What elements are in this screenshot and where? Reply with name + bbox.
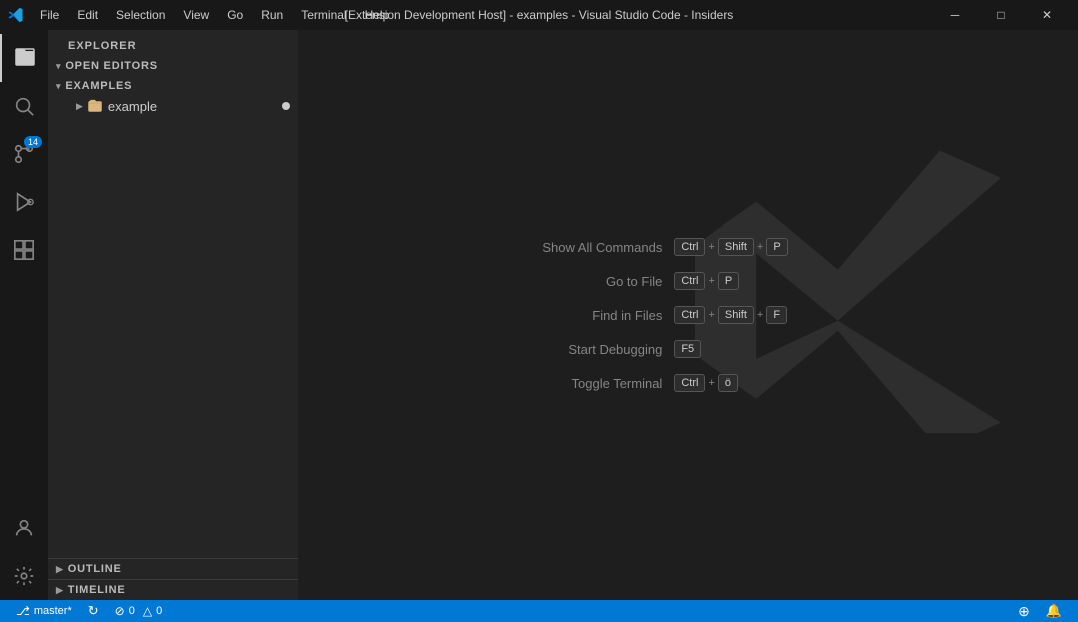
errors-count: 0 <box>129 605 135 617</box>
menu-selection[interactable]: Selection <box>108 6 173 24</box>
find-in-files-keys: Ctrl + Shift + F <box>674 306 787 324</box>
notifications-status-item[interactable]: 🔔 <box>1038 600 1070 622</box>
outline-label: Outline <box>68 563 122 575</box>
minimize-button[interactable]: ─ <box>932 0 978 30</box>
find-in-files-row: Find in Files Ctrl + Shift + F <box>532 306 787 324</box>
window-title: [Extension Development Host] - examples … <box>345 8 734 22</box>
window-controls: ─ □ ✕ <box>932 0 1070 30</box>
main-layout: 14 <box>0 30 1078 600</box>
warnings-icon: △ <box>143 604 152 618</box>
open-editors-chevron: ▾ <box>56 61 61 72</box>
kbd-f: F <box>766 306 787 324</box>
kbd-ctrl-4: Ctrl <box>674 374 705 392</box>
start-debugging-label: Start Debugging <box>532 342 662 357</box>
outline-section-header[interactable]: ▶ Outline <box>48 558 298 579</box>
kbd-backtick: ö <box>718 374 738 392</box>
go-to-file-label: Go to File <box>532 274 662 289</box>
modified-indicator <box>282 102 290 110</box>
menu-edit[interactable]: Edit <box>69 6 106 24</box>
folder-icon <box>87 98 103 114</box>
sync-icon: ↻ <box>88 603 99 619</box>
open-editors-section-header[interactable]: ▾ Open Editors <box>48 56 298 76</box>
start-debugging-row: Start Debugging F5 <box>532 340 701 358</box>
remote-icon: ⊕ <box>1018 603 1030 620</box>
show-all-commands-row: Show All Commands Ctrl + Shift + P <box>532 238 787 256</box>
titlebar: File Edit Selection View Go Run Terminal… <box>0 0 1078 30</box>
kbd-shift-3: Shift <box>718 306 754 324</box>
sidebar-title: Explorer <box>48 30 298 56</box>
close-button[interactable]: ✕ <box>1024 0 1070 30</box>
go-to-file-keys: Ctrl + P <box>674 272 739 290</box>
examples-label: Examples <box>65 80 132 92</box>
search-activity-icon[interactable] <box>0 82 48 130</box>
activity-bar: 14 <box>0 30 48 600</box>
menu-view[interactable]: View <box>175 6 217 24</box>
timeline-section-header[interactable]: ▶ Timeline <box>48 579 298 600</box>
activity-bar-bottom <box>0 504 48 600</box>
show-all-commands-label: Show All Commands <box>532 240 662 255</box>
example-folder-label: example <box>108 99 157 114</box>
examples-section-header[interactable]: ▾ Examples <box>48 76 298 96</box>
open-editors-label: Open Editors <box>65 60 158 72</box>
kbd-ctrl-2: Ctrl <box>674 272 705 290</box>
source-control-activity-icon[interactable]: 14 <box>0 130 48 178</box>
welcome-shortcuts: Show All Commands Ctrl + Shift + P Go to… <box>532 238 847 392</box>
explorer-activity-icon[interactable] <box>0 34 48 82</box>
kbd-f5: F5 <box>674 340 701 358</box>
statusbar-right: ⊕ 🔔 <box>1010 600 1070 622</box>
start-debugging-keys: F5 <box>674 340 701 358</box>
menu-file[interactable]: File <box>32 6 67 24</box>
kbd-shift-1: Shift <box>718 238 754 256</box>
editor-area: Show All Commands Ctrl + Shift + P Go to… <box>302 30 1078 600</box>
branch-label: master* <box>34 605 72 617</box>
show-all-commands-keys: Ctrl + Shift + P <box>674 238 787 256</box>
source-control-badge: 14 <box>24 136 42 148</box>
kbd-ctrl-3: Ctrl <box>674 306 705 324</box>
toggle-terminal-label: Toggle Terminal <box>532 376 662 391</box>
toggle-terminal-row: Toggle Terminal Ctrl + ö <box>532 374 738 392</box>
remote-status-item[interactable]: ⊕ <box>1010 600 1038 622</box>
kbd-p-2: P <box>718 272 739 290</box>
kbd-ctrl-1: Ctrl <box>674 238 705 256</box>
errors-status-item[interactable]: ⊘ 0 △ 0 <box>107 600 171 622</box>
toggle-terminal-keys: Ctrl + ö <box>674 374 738 392</box>
errors-icon: ⊘ <box>115 604 125 618</box>
outline-chevron: ▶ <box>56 564 64 575</box>
sync-status-item[interactable]: ↻ <box>80 600 107 622</box>
sidebar: Explorer ▾ Open Editors ▾ Examples ▶ exa… <box>48 30 298 600</box>
menu-run[interactable]: Run <box>253 6 291 24</box>
sidebar-bottom: ▶ Outline ▶ Timeline <box>48 558 298 600</box>
example-folder-chevron: ▶ <box>76 101 83 112</box>
branch-status-item[interactable]: ⎇ master* <box>8 600 80 622</box>
warnings-count: 0 <box>156 605 162 617</box>
accounts-activity-icon[interactable] <box>0 504 48 552</box>
timeline-label: Timeline <box>68 584 126 596</box>
vscode-logo-icon <box>8 7 24 23</box>
find-in-files-label: Find in Files <box>532 308 662 323</box>
statusbar: ⎇ master* ↻ ⊘ 0 △ 0 ⊕ 🔔 <box>0 600 1078 622</box>
settings-activity-icon[interactable] <box>0 552 48 600</box>
menu-go[interactable]: Go <box>219 6 251 24</box>
run-debug-activity-icon[interactable] <box>0 178 48 226</box>
examples-chevron: ▾ <box>56 81 61 92</box>
go-to-file-row: Go to File Ctrl + P <box>532 272 739 290</box>
example-folder-item[interactable]: ▶ example <box>48 96 298 116</box>
kbd-p: P <box>766 238 787 256</box>
extensions-activity-icon[interactable] <box>0 226 48 274</box>
git-branch-icon: ⎇ <box>16 604 30 618</box>
titlebar-menu: File Edit Selection View Go Run Terminal… <box>8 6 397 24</box>
maximize-button[interactable]: □ <box>978 0 1024 30</box>
notifications-icon: 🔔 <box>1046 603 1062 619</box>
timeline-chevron: ▶ <box>56 585 64 596</box>
